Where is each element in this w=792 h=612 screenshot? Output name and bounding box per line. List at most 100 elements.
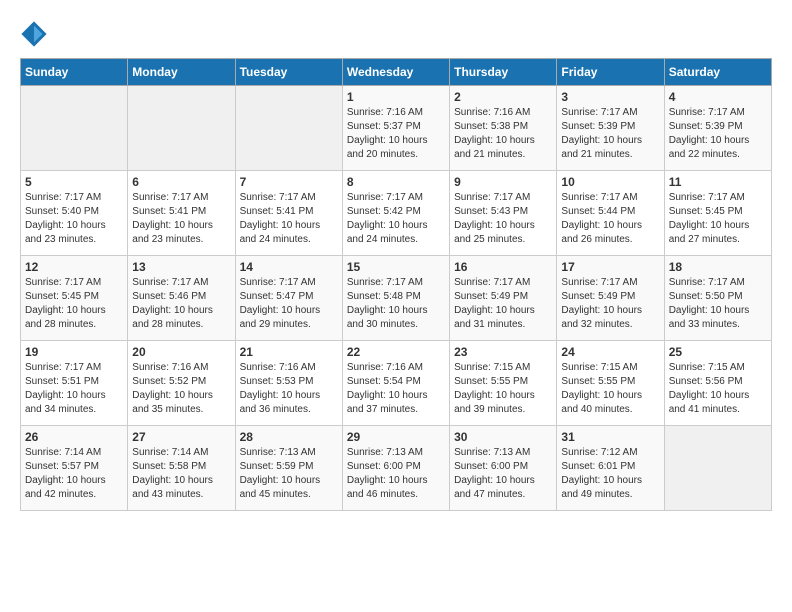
calendar-cell: 25Sunrise: 7:15 AM Sunset: 5:56 PM Dayli… [664,341,771,426]
calendar-cell [21,86,128,171]
day-number: 2 [454,90,552,104]
calendar-cell: 28 Sunrise: 7:13 AM Sunset: 5:59 PM Dayli… [235,426,342,511]
day-info: Sunrise: 7:17 AM Sunset: 5:51 PM Dayligh… [25,361,123,417]
day-info: Sunrise: 7:17 AM Sunset: 5:39 PM Dayligh… [561,106,659,162]
calendar-cell: 8 Sunrise: 7:17 AM Sunset: 5:42 PM Daylig… [342,171,449,256]
day-number: 8 [347,175,445,189]
weekday-header: Wednesday [342,59,449,86]
weekday-header-row: SundayMondayTuesdayWednesdayThursdayFrid… [21,59,772,86]
day-info: Sunrise: 7:13 AM Sunset: 5:59 PM Dayligh… [240,446,338,502]
day-number: 11 [669,175,767,189]
day-number: 18 [669,260,767,274]
day-number: 13 [132,260,230,274]
calendar-cell: 14 Sunrise: 7:17 AM Sunset: 5:47 PM Dayli… [235,256,342,341]
weekday-header: Monday [128,59,235,86]
weekday-header: Sunday [21,59,128,86]
logo-icon [20,20,48,48]
day-number: 15 [347,260,445,274]
day-number: 28 [240,430,338,444]
calendar-table: SundayMondayTuesdayWednesdayThursdayFrid… [20,58,772,511]
calendar-cell: 10 Sunrise: 7:17 AM Sunset: 5:44 PM Dayli… [557,171,664,256]
calendar-cell: 11 Sunrise: 7:17 AM Sunset: 5:45 PM Dayli… [664,171,771,256]
day-info: Sunrise: 7:17 AM Sunset: 5:41 PM Dayligh… [240,191,338,247]
day-number: 27 [132,430,230,444]
day-info: Sunrise: 7:17 AM Sunset: 5:46 PM Dayligh… [132,276,230,332]
calendar-cell: 17 Sunrise: 7:17 AM Sunset: 5:49 PM Dayli… [557,256,664,341]
calendar-cell: 3Sunrise: 7:17 AM Sunset: 5:39 PM Daylig… [557,86,664,171]
calendar-cell: 5Sunrise: 7:17 AM Sunset: 5:40 PM Daylig… [21,171,128,256]
day-number: 19 [25,345,123,359]
day-info: Sunrise: 7:17 AM Sunset: 5:39 PM Dayligh… [669,106,767,162]
day-info: Sunrise: 7:16 AM Sunset: 5:53 PM Dayligh… [240,361,338,417]
day-info: Sunrise: 7:13 AM Sunset: 6:00 PM Dayligh… [454,446,552,502]
day-info: Sunrise: 7:15 AM Sunset: 5:55 PM Dayligh… [561,361,659,417]
day-number: 12 [25,260,123,274]
day-info: Sunrise: 7:17 AM Sunset: 5:48 PM Dayligh… [347,276,445,332]
calendar-cell [664,426,771,511]
day-info: Sunrise: 7:17 AM Sunset: 5:44 PM Dayligh… [561,191,659,247]
day-info: Sunrise: 7:17 AM Sunset: 5:42 PM Dayligh… [347,191,445,247]
day-number: 10 [561,175,659,189]
day-info: Sunrise: 7:15 AM Sunset: 5:55 PM Dayligh… [454,361,552,417]
day-number: 20 [132,345,230,359]
day-number: 29 [347,430,445,444]
calendar-cell: 2 Sunrise: 7:16 AM Sunset: 5:38 PM Daylig… [450,86,557,171]
calendar-cell: 16Sunrise: 7:17 AM Sunset: 5:49 PM Dayli… [450,256,557,341]
day-number: 25 [669,345,767,359]
weekday-header: Thursday [450,59,557,86]
calendar-week-row: 26 Sunrise: 7:14 AM Sunset: 5:57 PM Dayli… [21,426,772,511]
logo [20,20,52,48]
calendar-week-row: 5Sunrise: 7:17 AM Sunset: 5:40 PM Daylig… [21,171,772,256]
day-number: 5 [25,175,123,189]
calendar-cell: 12 Sunrise: 7:17 AM Sunset: 5:45 PM Dayli… [21,256,128,341]
day-info: Sunrise: 7:17 AM Sunset: 5:43 PM Dayligh… [454,191,552,247]
day-info: Sunrise: 7:13 AM Sunset: 6:00 PM Dayligh… [347,446,445,502]
day-info: Sunrise: 7:17 AM Sunset: 5:49 PM Dayligh… [561,276,659,332]
calendar-cell: 9 Sunrise: 7:17 AM Sunset: 5:43 PM Daylig… [450,171,557,256]
day-info: Sunrise: 7:16 AM Sunset: 5:54 PM Dayligh… [347,361,445,417]
day-number: 31 [561,430,659,444]
calendar-week-row: 19 Sunrise: 7:17 AM Sunset: 5:51 PM Dayli… [21,341,772,426]
day-info: Sunrise: 7:14 AM Sunset: 5:58 PM Dayligh… [132,446,230,502]
day-number: 26 [25,430,123,444]
calendar-week-row: 1Sunrise: 7:16 AM Sunset: 5:37 PM Daylig… [21,86,772,171]
day-number: 9 [454,175,552,189]
day-number: 17 [561,260,659,274]
calendar-cell: 18 Sunrise: 7:17 AM Sunset: 5:50 PM Dayli… [664,256,771,341]
day-info: Sunrise: 7:17 AM Sunset: 5:45 PM Dayligh… [669,191,767,247]
weekday-header: Tuesday [235,59,342,86]
day-number: 4 [669,90,767,104]
calendar-cell: 30 Sunrise: 7:13 AM Sunset: 6:00 PM Dayli… [450,426,557,511]
calendar-cell: 24 Sunrise: 7:15 AM Sunset: 5:55 PM Dayli… [557,341,664,426]
calendar-cell: 26 Sunrise: 7:14 AM Sunset: 5:57 PM Dayli… [21,426,128,511]
day-number: 22 [347,345,445,359]
calendar-cell [235,86,342,171]
day-info: Sunrise: 7:14 AM Sunset: 5:57 PM Dayligh… [25,446,123,502]
day-info: Sunrise: 7:17 AM Sunset: 5:50 PM Dayligh… [669,276,767,332]
weekday-header: Saturday [664,59,771,86]
calendar-cell: 31 Sunrise: 7:12 AM Sunset: 6:01 PM Dayli… [557,426,664,511]
calendar-cell: 6Sunrise: 7:17 AM Sunset: 5:41 PM Daylig… [128,171,235,256]
day-info: Sunrise: 7:17 AM Sunset: 5:45 PM Dayligh… [25,276,123,332]
calendar-cell: 4 Sunrise: 7:17 AM Sunset: 5:39 PM Daylig… [664,86,771,171]
calendar-cell: 1Sunrise: 7:16 AM Sunset: 5:37 PM Daylig… [342,86,449,171]
calendar-cell: 27 Sunrise: 7:14 AM Sunset: 5:58 PM Dayli… [128,426,235,511]
calendar-cell: 15 Sunrise: 7:17 AM Sunset: 5:48 PM Dayli… [342,256,449,341]
calendar-week-row: 12 Sunrise: 7:17 AM Sunset: 5:45 PM Dayli… [21,256,772,341]
calendar-cell: 22 Sunrise: 7:16 AM Sunset: 5:54 PM Dayli… [342,341,449,426]
day-number: 14 [240,260,338,274]
calendar-cell: 29 Sunrise: 7:13 AM Sunset: 6:00 PM Dayli… [342,426,449,511]
calendar-cell: 20Sunrise: 7:16 AM Sunset: 5:52 PM Dayli… [128,341,235,426]
weekday-header: Friday [557,59,664,86]
calendar-cell: 7 Sunrise: 7:17 AM Sunset: 5:41 PM Daylig… [235,171,342,256]
calendar-cell [128,86,235,171]
day-info: Sunrise: 7:17 AM Sunset: 5:47 PM Dayligh… [240,276,338,332]
day-number: 30 [454,430,552,444]
day-info: Sunrise: 7:12 AM Sunset: 6:01 PM Dayligh… [561,446,659,502]
day-number: 6 [132,175,230,189]
calendar-cell: 23Sunrise: 7:15 AM Sunset: 5:55 PM Dayli… [450,341,557,426]
day-info: Sunrise: 7:16 AM Sunset: 5:38 PM Dayligh… [454,106,552,162]
day-number: 24 [561,345,659,359]
day-number: 7 [240,175,338,189]
day-number: 16 [454,260,552,274]
